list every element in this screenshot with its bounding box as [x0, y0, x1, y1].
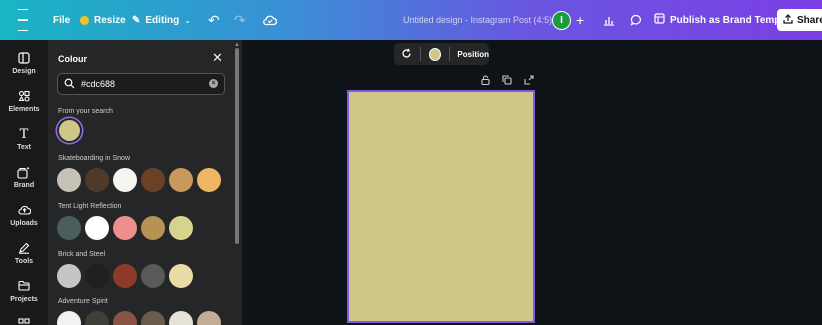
cloud-saved-icon[interactable]	[263, 0, 277, 40]
background-colour-button[interactable]	[428, 47, 441, 61]
lock-icon[interactable]	[481, 75, 490, 87]
sidebar-label: Tools	[14, 258, 34, 265]
colour-swatch[interactable]	[141, 216, 165, 240]
resize-button[interactable]: Resize	[80, 0, 126, 40]
colour-swatch[interactable]	[85, 168, 109, 192]
menu-icon[interactable]	[16, 0, 30, 40]
colour-swatch[interactable]	[169, 311, 193, 325]
refresh-icon[interactable]	[401, 47, 412, 61]
swatch-row-adventure	[57, 311, 221, 325]
colour-panel: Colour ✕ × From your search Skateboardin…	[48, 40, 242, 325]
sidebar-item-projects[interactable]: Projects	[0, 280, 48, 303]
colour-swatch[interactable]	[141, 264, 165, 288]
sidebar-item-design[interactable]: Design	[0, 52, 48, 75]
page-tools	[481, 75, 534, 87]
colour-swatch[interactable]	[59, 120, 80, 141]
colour-swatch[interactable]	[85, 216, 109, 240]
colour-swatch[interactable]	[113, 311, 137, 325]
colour-swatch[interactable]	[169, 168, 193, 192]
crown-icon	[80, 15, 89, 25]
cloud-upload-icon	[0, 204, 48, 218]
colour-swatch[interactable]	[57, 264, 81, 288]
colour-swatch[interactable]	[113, 264, 137, 288]
share-button[interactable]: Share	[777, 9, 822, 31]
sidebar-item-apps[interactable]	[0, 318, 48, 325]
add-collaborator-icon[interactable]: +	[576, 0, 584, 40]
colour-search-input[interactable]	[81, 79, 191, 89]
sidebar-label: Design	[12, 68, 36, 75]
sidebar-label: Projects	[10, 296, 38, 303]
sidebar-label: Text	[17, 144, 31, 151]
shapes-icon	[0, 90, 48, 104]
swatch-row-search	[59, 120, 80, 141]
colour-swatch[interactable]	[85, 311, 109, 325]
template-icon	[654, 13, 665, 27]
redo-icon[interactable]: ↷	[234, 0, 246, 40]
colour-swatch[interactable]	[141, 168, 165, 192]
apps-icon	[0, 318, 48, 325]
upload-icon	[783, 13, 793, 27]
sidebar-label: Elements	[8, 106, 40, 113]
colour-swatch[interactable]	[197, 168, 221, 192]
folder-icon	[0, 280, 48, 294]
document-title[interactable]: Untitled design - Instagram Post (4:5)	[403, 0, 552, 40]
section-label: Tent Light Reflection	[58, 203, 122, 210]
position-button[interactable]: Position	[457, 50, 489, 59]
resize-label: Resize	[94, 14, 126, 26]
panel-scrollbar[interactable]	[235, 48, 239, 244]
sidebar-item-uploads[interactable]: Uploads	[0, 204, 48, 227]
top-toolbar: File Resize ✎ Editing ⌄ ↶ ↷ Untitled des…	[0, 0, 822, 40]
share-label: Share	[797, 14, 822, 26]
chevron-down-icon: ⌄	[184, 15, 191, 25]
colour-swatch[interactable]	[57, 216, 81, 240]
colour-swatch[interactable]	[197, 311, 221, 325]
layout-icon	[0, 52, 48, 66]
user-avatar[interactable]: I	[552, 0, 571, 40]
panel-title: Colour	[58, 54, 87, 64]
colour-swatch[interactable]	[85, 264, 109, 288]
swatch-row-tent	[57, 216, 193, 240]
swatch-row-skateboarding	[57, 168, 221, 192]
section-label: Adventure Spirit	[58, 298, 108, 305]
brand-icon	[0, 166, 48, 180]
comment-icon[interactable]	[630, 0, 642, 40]
section-label: Skateboarding in Snow	[58, 155, 130, 162]
duplicate-icon[interactable]	[502, 75, 512, 87]
search-icon	[64, 78, 75, 91]
sidebar-label: Brand	[13, 182, 35, 189]
editing-mode-dropdown[interactable]: ✎ Editing ⌄	[132, 0, 191, 40]
section-label: From your search	[58, 108, 113, 115]
undo-icon[interactable]: ↶	[208, 0, 220, 40]
context-toolbar: Position	[394, 43, 489, 65]
colour-search[interactable]: ×	[57, 73, 225, 95]
divider	[420, 47, 421, 61]
sidebar-label: Uploads	[10, 220, 38, 227]
sidebar-item-brand[interactable]: Brand	[0, 166, 48, 189]
divider	[448, 47, 450, 61]
draw-tool-icon	[0, 242, 48, 256]
analytics-icon[interactable]	[603, 0, 615, 40]
add-page-icon[interactable]	[524, 75, 534, 87]
colour-swatch[interactable]	[113, 216, 137, 240]
sidebar-item-text[interactable]: T Text	[0, 127, 48, 152]
sidebar-item-tools[interactable]: Tools	[0, 242, 48, 265]
close-icon[interactable]: ✕	[212, 50, 223, 66]
sidebar-item-elements[interactable]: Elements	[0, 90, 48, 113]
left-sidebar: Design Elements T Text Brand Uploads Too…	[0, 40, 48, 325]
colour-swatch[interactable]	[113, 168, 137, 192]
clear-search-icon[interactable]: ×	[209, 79, 218, 88]
file-menu[interactable]: File	[53, 0, 70, 40]
colour-swatch[interactable]	[141, 311, 165, 325]
swatch-row-brick	[57, 264, 193, 288]
editing-label: Editing	[145, 14, 180, 26]
colour-swatch[interactable]	[57, 311, 81, 325]
section-label: Brick and Steel	[58, 251, 106, 258]
pencil-icon: ✎	[132, 14, 141, 26]
colour-swatch[interactable]	[169, 216, 193, 240]
colour-swatch[interactable]	[169, 264, 193, 288]
colour-swatch[interactable]	[57, 168, 81, 192]
design-page[interactable]	[347, 90, 535, 323]
text-icon: T	[19, 127, 29, 142]
